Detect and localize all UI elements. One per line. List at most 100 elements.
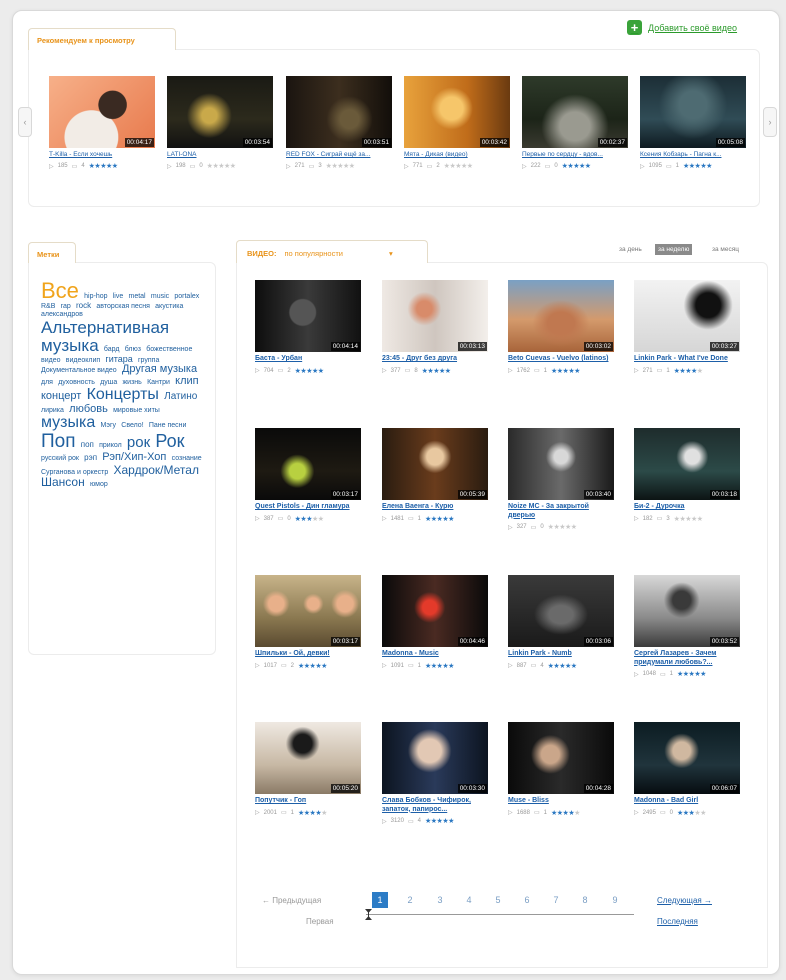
tag-link[interactable]: русский рок <box>41 455 79 462</box>
video-thumbnail[interactable]: 00:06:07 <box>634 722 740 794</box>
page-number-link[interactable]: 7 <box>548 892 564 908</box>
tag-link[interactable]: Рок <box>155 431 184 451</box>
page-number-link[interactable]: 8 <box>577 892 593 908</box>
tag-link[interactable]: рэп <box>84 453 97 462</box>
tag-link[interactable]: душа <box>100 379 117 386</box>
last-page-link[interactable]: Последняя <box>657 917 698 926</box>
tag-link[interactable]: rap <box>61 303 71 310</box>
tag-link[interactable]: Хардрок/Метал <box>114 463 199 477</box>
video-title-link[interactable]: Шпильки - Ой, девки! <box>255 650 361 659</box>
video-title-link[interactable]: 23:45 - Друг без друга <box>382 355 488 364</box>
page-number-link[interactable]: 4 <box>461 892 477 908</box>
video-title-link[interactable]: Madonna - Bad Girl <box>634 797 740 806</box>
tag-link[interactable]: жизнь <box>123 379 142 386</box>
recommended-video-card[interactable]: 00:04:17 Т-Killa - Если хочешь ▷ 185 ▭ 4… <box>49 76 155 170</box>
video-thumbnail[interactable]: 00:03:54 <box>167 76 273 148</box>
tag-link[interactable]: музыка <box>41 414 95 432</box>
tags-tab[interactable]: Метки <box>28 242 76 263</box>
video-thumbnail[interactable]: 00:04:46 <box>382 575 488 647</box>
video-title-link[interactable]: Сергей Лазарев - Зачем придумали любовь?… <box>634 650 740 667</box>
video-title-link[interactable]: RED FOX - Сиграй ещё за... <box>286 151 392 159</box>
page-number-link[interactable]: 9 <box>607 892 623 908</box>
video-thumbnail[interactable]: 00:03:27 <box>634 280 740 352</box>
recommended-video-card[interactable]: 00:02:37 Первые по сердцу - вдов... ▷ 22… <box>522 76 628 170</box>
period-month[interactable]: за месяц <box>712 246 739 253</box>
carousel-next-button[interactable]: › <box>763 107 777 137</box>
video-card[interactable]: 00:04:14 Баста - Урбан ▷ 704 ▭ 2 ★★★★★ <box>255 280 361 375</box>
sort-select[interactable]: по популярности ▾ <box>284 249 392 263</box>
video-card[interactable]: 00:06:07 Madonna - Bad Girl ▷ 2495 ▭ 0 ★… <box>634 722 740 817</box>
tag-link[interactable]: Кантри <box>147 379 170 386</box>
tag-link[interactable]: Другая музыка <box>122 363 197 375</box>
tag-link[interactable]: поп <box>81 440 94 449</box>
tag-link[interactable]: Свело! <box>121 422 143 429</box>
tag-link[interactable]: авторская песня <box>96 303 150 310</box>
video-thumbnail[interactable]: 00:03:30 <box>382 722 488 794</box>
video-card[interactable]: 00:04:46 Madonna - Music ▷ 1091 ▭ 1 ★★★★… <box>382 575 488 670</box>
tag-link[interactable]: live <box>113 293 124 300</box>
tag-link[interactable]: music <box>151 293 169 300</box>
page-slider-handle[interactable] <box>365 909 372 920</box>
video-card[interactable]: 00:03:18 Би-2 - Дурочка ▷ 182 ▭ 3 ★★★★★ <box>634 428 740 523</box>
tag-link[interactable]: hip-hop <box>84 293 107 300</box>
video-thumbnail[interactable]: 00:03:06 <box>508 575 614 647</box>
video-title-link[interactable]: Попутчик - Гоп <box>255 797 361 806</box>
video-thumbnail[interactable]: 00:03:13 <box>382 280 488 352</box>
video-thumbnail[interactable]: 00:04:14 <box>255 280 361 352</box>
video-card[interactable]: 00:03:02 Beto Cuevas - Vuelvo (latinos) … <box>508 280 614 375</box>
video-thumbnail[interactable]: 00:03:51 <box>286 76 392 148</box>
video-thumbnail[interactable]: 00:03:02 <box>508 280 614 352</box>
tag-link[interactable]: бард <box>104 346 120 353</box>
video-card[interactable]: 00:03:52 Сергей Лазарев - Зачем придумал… <box>634 575 740 678</box>
video-title-link[interactable]: Muse - Bliss <box>508 797 614 806</box>
carousel-prev-button[interactable]: ‹ <box>18 107 32 137</box>
video-card[interactable]: 00:03:30 Слава Бобков - Чифирок, запаток… <box>382 722 488 825</box>
recommended-video-card[interactable]: 00:05:08 Ксения Кобзарь - Пагна к... ▷ 1… <box>640 76 746 170</box>
video-card[interactable]: 00:05:20 Попутчик - Гоп ▷ 2001 ▭ 1 ★★★★★ <box>255 722 361 817</box>
video-thumbnail[interactable]: 00:02:37 <box>522 76 628 148</box>
video-card[interactable]: 00:04:28 Muse - Bliss ▷ 1688 ▭ 1 ★★★★★ <box>508 722 614 817</box>
video-title-link[interactable]: Елена Ваенга - Курю <box>382 503 488 512</box>
period-week[interactable]: за неделю <box>655 244 693 255</box>
recommended-video-card[interactable]: 00:03:51 RED FOX - Сиграй ещё за... ▷ 27… <box>286 76 392 170</box>
tag-link[interactable]: rock <box>76 301 91 310</box>
page-number-link[interactable]: 1 <box>372 892 388 908</box>
video-title-link[interactable]: Мята - Дикая (видео) <box>404 151 510 159</box>
tag-link[interactable]: сознание <box>172 455 202 462</box>
tag-link[interactable]: Поп <box>41 431 76 452</box>
video-title-link[interactable]: Noize MC - За закрытой дверью <box>508 503 614 520</box>
video-thumbnail[interactable]: 00:03:17 <box>255 575 361 647</box>
video-card[interactable]: 00:05:39 Елена Ваенга - Курю ▷ 1481 ▭ 1 … <box>382 428 488 523</box>
tag-link[interactable]: блюз <box>125 346 141 353</box>
video-title-link[interactable]: Beto Cuevas - Vuelvo (latinos) <box>508 355 614 364</box>
video-title-link[interactable]: Баста - Урбан <box>255 355 361 364</box>
video-thumbnail[interactable]: 00:05:08 <box>640 76 746 148</box>
video-thumbnail[interactable]: 00:04:17 <box>49 76 155 148</box>
tag-link[interactable]: Пане песни <box>149 422 187 429</box>
add-video-link[interactable]: + Добавить своё видео <box>627 20 737 35</box>
video-title-link[interactable]: Quest Pistols - Дин гламура <box>255 503 361 512</box>
tag-link[interactable]: видеоклип <box>66 357 100 364</box>
recommended-video-card[interactable]: 00:03:54 LATI-ONA ▷ 198 ▭ 0 ★★★★★ <box>167 76 273 170</box>
video-title-link[interactable]: Би-2 - Дурочка <box>634 503 740 512</box>
tag-link[interactable]: R&B <box>41 303 55 310</box>
video-card[interactable]: 00:03:17 Шпильки - Ой, девки! ▷ 1017 ▭ 2… <box>255 575 361 670</box>
tag-link[interactable]: для <box>41 379 53 386</box>
first-page-link[interactable]: Первая <box>306 917 334 926</box>
tag-link[interactable]: мировые хиты <box>113 407 160 414</box>
tag-link[interactable]: рок <box>127 434 150 451</box>
tag-link[interactable]: Мэгу <box>101 422 117 429</box>
tag-link[interactable]: Шансон <box>41 475 85 489</box>
video-title-link[interactable]: Слава Бобков - Чифирок, запаток, папирос… <box>382 797 488 814</box>
page-number-link[interactable]: 6 <box>519 892 535 908</box>
page-number-link[interactable]: 2 <box>402 892 418 908</box>
tag-link[interactable]: Латино <box>164 391 197 402</box>
tag-link[interactable]: клип <box>175 375 198 387</box>
video-title-link[interactable]: Linkin Park - What I've Done <box>634 355 740 364</box>
video-thumbnail[interactable]: 00:03:17 <box>255 428 361 500</box>
page-number-link[interactable]: 5 <box>490 892 506 908</box>
page-number-link[interactable]: 3 <box>432 892 448 908</box>
video-title-link[interactable]: Т-Killa - Если хочешь <box>49 151 155 159</box>
tag-link[interactable]: любовь <box>69 403 108 415</box>
tag-link[interactable]: юмор <box>90 481 108 488</box>
